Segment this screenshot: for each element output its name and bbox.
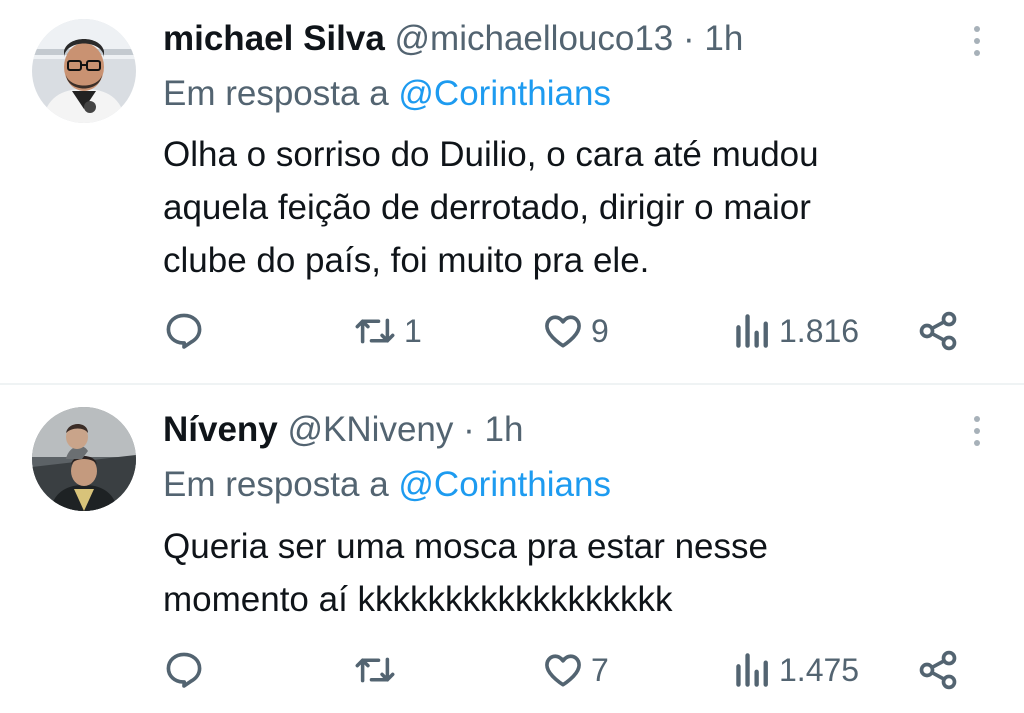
avatar[interactable]	[32, 19, 136, 123]
timestamp[interactable]: 1h	[485, 410, 524, 449]
reply-prefix: Em resposta a	[163, 465, 389, 504]
tweet[interactable]: Níveny @KNiveny · 1h Em resposta a @Cori…	[0, 385, 1024, 713]
heart-icon	[545, 654, 581, 687]
more-icon[interactable]	[972, 26, 982, 56]
more-icon[interactable]	[972, 416, 982, 446]
reply-prefix: Em resposta a	[163, 74, 389, 113]
user-handle[interactable]: @michaellouco13	[395, 19, 674, 58]
separator: ·	[683, 19, 695, 58]
display-name[interactable]: Níveny	[163, 410, 278, 449]
user-handle[interactable]: @KNiveny	[288, 410, 454, 449]
tweet-text-line: clube do país, foi muito pra ele.	[163, 241, 650, 280]
tweet-text-line: momento aí kkkkkkkkkkkkkkkkkk	[163, 580, 673, 619]
avatar[interactable]	[32, 407, 136, 511]
heart-icon	[545, 315, 581, 348]
tweet-text-line: Queria ser uma mosca pra estar nesse	[163, 527, 768, 566]
views-button[interactable]: 1.475	[733, 645, 859, 695]
action-bar: 7 1.475	[0, 645, 1024, 695]
reply-mention-link[interactable]: @Corinthians	[398, 465, 611, 504]
reply-button[interactable]	[162, 645, 212, 695]
retweet-button[interactable]	[352, 645, 404, 695]
action-bar: 1 9 1.816	[0, 306, 1024, 356]
reply-button[interactable]	[162, 306, 212, 356]
tweet-header: Níveny @KNiveny · 1h	[163, 410, 523, 450]
retweet-button[interactable]: 1	[352, 306, 422, 356]
like-button[interactable]: 7	[541, 645, 609, 695]
views-count: 1.475	[779, 651, 860, 688]
like-count: 7	[591, 651, 609, 688]
reply-icon	[166, 313, 202, 349]
views-button[interactable]: 1.816	[733, 306, 859, 356]
tweet[interactable]: michael Silva @michaellouco13 · 1h Em re…	[0, 0, 1024, 383]
share-button[interactable]	[916, 645, 960, 695]
retweet-icon	[355, 657, 395, 683]
retweet-icon	[355, 318, 395, 344]
separator: ·	[463, 410, 475, 449]
reply-mention-link[interactable]: @Corinthians	[398, 74, 611, 113]
like-count: 9	[591, 312, 609, 349]
tweet-text: Olha o sorriso do Duilio, o cara até mud…	[163, 128, 943, 287]
views-count: 1.816	[779, 312, 860, 349]
retweet-count: 1	[404, 312, 422, 349]
tweet-text-line: Olha o sorriso do Duilio, o cara até mud…	[163, 135, 819, 174]
reply-context: Em resposta a @Corinthians	[163, 74, 611, 114]
tweet-text-line: aquela feição de derrotado, dirigir o ma…	[163, 188, 811, 227]
reply-context: Em resposta a @Corinthians	[163, 465, 611, 505]
like-button[interactable]: 9	[541, 306, 609, 356]
share-icon	[919, 311, 957, 351]
views-icon	[736, 314, 768, 348]
tweet-header: michael Silva @michaellouco13 · 1h	[163, 19, 743, 59]
display-name[interactable]: michael Silva	[163, 19, 385, 58]
tweet-text: Queria ser uma mosca pra estar nesse mom…	[163, 520, 943, 626]
views-icon	[736, 653, 768, 687]
reply-icon	[166, 652, 202, 688]
share-icon	[919, 650, 957, 690]
timestamp[interactable]: 1h	[704, 19, 743, 58]
share-button[interactable]	[916, 306, 960, 356]
